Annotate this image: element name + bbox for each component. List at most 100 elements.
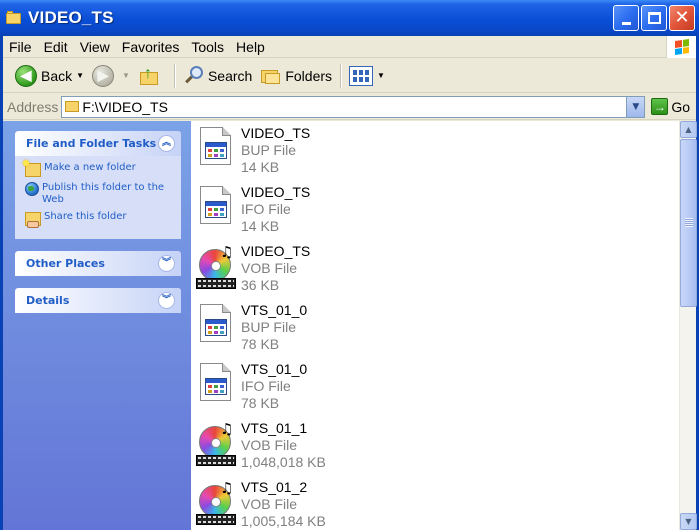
- task-pane: File and Folder Tasks ︽ Make a new folde…: [3, 121, 191, 530]
- chevron-down-icon: ▼: [685, 517, 692, 526]
- task-share-folder[interactable]: Share this folder: [25, 211, 173, 228]
- menu-help[interactable]: Help: [230, 39, 271, 55]
- search-label: Search: [207, 67, 253, 84]
- go-button[interactable]: → Go: [651, 98, 690, 115]
- file-list: VIDEO_TS BUP File 14 KB VIDEO_TS IFO Fil…: [191, 121, 679, 530]
- details-header[interactable]: Details ︾: [15, 288, 181, 313]
- address-input[interactable]: F:\VIDEO_TS ▼: [61, 95, 646, 118]
- views-button[interactable]: ▼: [345, 62, 389, 90]
- task-make-new-folder[interactable]: Make a new folder: [23, 160, 173, 177]
- folder-icon: [65, 101, 80, 112]
- file-type: VOB File: [241, 260, 298, 276]
- file-type: VOB File: [241, 496, 298, 512]
- folders-label: Folders: [285, 67, 333, 84]
- forward-button[interactable]: ▶ ▼: [88, 62, 134, 90]
- task-label: Publish this folder to the Web: [42, 182, 165, 205]
- maximize-button[interactable]: [641, 5, 667, 31]
- file-size: 1,048,018 KB: [241, 454, 326, 470]
- chevron-up-icon: ▲: [685, 125, 692, 134]
- file-item[interactable]: VIDEO_TS BUP File 14 KB: [196, 125, 310, 176]
- search-button[interactable]: Search: [179, 62, 256, 90]
- go-label: Go: [671, 98, 691, 115]
- menu-tools[interactable]: Tools: [185, 39, 230, 55]
- toolbar-separator: [340, 63, 342, 88]
- up-button[interactable]: ↑: [134, 62, 170, 90]
- close-button[interactable]: ✕: [669, 5, 695, 31]
- file-folder-tasks-header[interactable]: File and Folder Tasks ︽: [15, 131, 181, 156]
- panel-title: File and Folder Tasks: [26, 137, 157, 150]
- document-icon: [196, 125, 236, 173]
- address-value: F:\VIDEO_TS: [82, 98, 168, 115]
- file-type: VOB File: [241, 437, 298, 453]
- file-type: BUP File: [241, 319, 296, 335]
- panel-title: Details: [26, 294, 70, 307]
- search-icon: [183, 65, 205, 87]
- file-size: 14 KB: [241, 159, 280, 175]
- maximize-icon: [647, 12, 661, 24]
- vertical-scrollbar[interactable]: ▲ ▼: [679, 121, 697, 530]
- file-item[interactable]: VIDEO_TS IFO File 14 KB: [196, 184, 310, 235]
- document-icon: [196, 184, 236, 232]
- document-icon: [196, 361, 236, 409]
- media-disc-icon: ♫: [196, 243, 236, 291]
- folders-button[interactable]: Folders: [256, 62, 336, 90]
- close-icon: ✕: [674, 7, 690, 28]
- other-places-panel: Other Places ︾: [15, 251, 181, 276]
- file-item[interactable]: VTS_01_0 BUP File 78 KB: [196, 302, 307, 353]
- file-size: 1,005,184 KB: [241, 513, 326, 529]
- file-size: 14 KB: [241, 218, 280, 234]
- title-bar[interactable]: VIDEO_TS ✕: [0, 0, 699, 36]
- scroll-thumb[interactable]: [680, 139, 697, 307]
- file-size: 78 KB: [241, 336, 280, 352]
- media-disc-icon: ♫: [196, 479, 236, 527]
- file-type: IFO File: [241, 378, 291, 394]
- file-name: VTS_01_0: [241, 361, 308, 377]
- folders-icon: [260, 66, 282, 86]
- go-arrow-icon: →: [651, 98, 669, 115]
- forward-dropdown-icon[interactable]: ▼: [122, 71, 130, 80]
- collapse-chevron-icon[interactable]: ︽: [158, 135, 175, 152]
- file-size: 36 KB: [241, 277, 280, 293]
- globe-icon: [25, 182, 39, 196]
- toolbar-separator: [173, 63, 175, 88]
- panel-title: Other Places: [26, 257, 105, 270]
- new-folder-icon: [23, 160, 41, 177]
- minimize-button[interactable]: [613, 5, 639, 31]
- scroll-down-button[interactable]: ▼: [680, 513, 697, 530]
- expand-chevron-icon[interactable]: ︾: [158, 292, 175, 309]
- address-bar: Address F:\VIDEO_TS ▼ → Go: [3, 94, 696, 120]
- shared-folder-icon: [25, 212, 41, 228]
- back-dropdown-icon[interactable]: ▼: [76, 71, 84, 80]
- file-size: 78 KB: [241, 395, 280, 411]
- media-disc-icon: ♫: [196, 420, 236, 468]
- task-publish-to-web[interactable]: Publish this folder to the Web: [25, 182, 173, 206]
- address-label: Address: [7, 98, 59, 115]
- menu-favorites[interactable]: Favorites: [116, 39, 186, 55]
- file-name: VIDEO_TS: [241, 125, 311, 141]
- minimize-icon: [621, 21, 631, 25]
- menu-bar: File Edit View Favorites Tools Help: [3, 36, 696, 58]
- address-dropdown-icon[interactable]: ▼: [626, 96, 645, 117]
- back-label: Back: [41, 67, 73, 84]
- menu-file[interactable]: File: [3, 39, 38, 55]
- views-icon: [349, 65, 374, 86]
- back-arrow-icon: ◀: [15, 64, 37, 87]
- scroll-up-button[interactable]: ▲: [680, 121, 697, 138]
- menu-view[interactable]: View: [74, 39, 116, 55]
- file-item[interactable]: VTS_01_0 IFO File 78 KB: [196, 361, 307, 412]
- other-places-header[interactable]: Other Places ︾: [15, 251, 181, 276]
- folder-icon: [6, 11, 22, 25]
- back-button[interactable]: ◀ Back ▼: [11, 62, 88, 90]
- file-name: VIDEO_TS: [241, 184, 311, 200]
- views-dropdown-icon[interactable]: ▼: [377, 71, 385, 80]
- menu-edit[interactable]: Edit: [38, 39, 74, 55]
- file-name: VIDEO_TS: [241, 243, 311, 259]
- expand-chevron-icon[interactable]: ︾: [158, 255, 175, 272]
- file-item[interactable]: ♫ VTS_01_2 VOB File 1,005,184 KB: [196, 479, 326, 530]
- details-panel: Details ︾: [15, 288, 181, 313]
- toolbar: ◀ Back ▼ ▶ ▼ ↑ Search Folders ▼: [3, 59, 696, 93]
- task-label: Share this folder: [44, 211, 127, 222]
- file-item[interactable]: ♫ VTS_01_1 VOB File 1,048,018 KB: [196, 420, 326, 471]
- file-item[interactable]: ♫ VIDEO_TS VOB File 36 KB: [196, 243, 310, 294]
- file-type: BUP File: [241, 142, 296, 158]
